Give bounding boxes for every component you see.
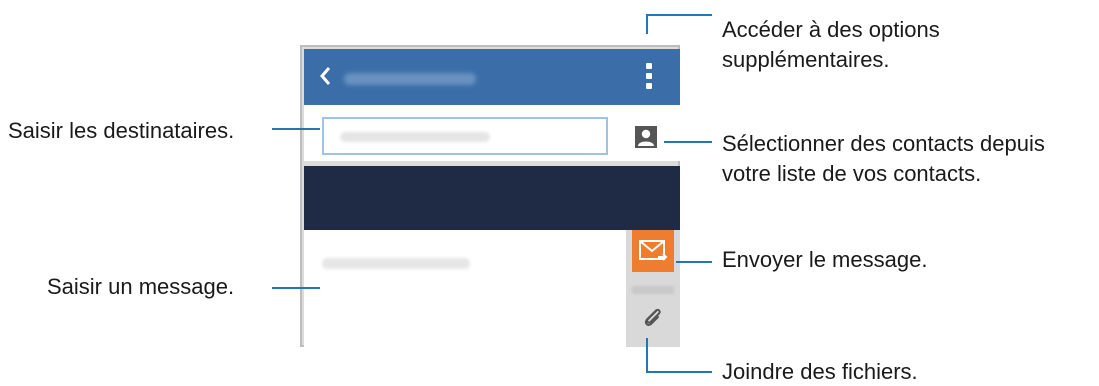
- send-button[interactable]: [632, 230, 674, 272]
- label-contacts-2: votre liste de vos contacts.: [722, 161, 982, 186]
- callout-line-contacts: [664, 141, 712, 143]
- send-icon: [639, 240, 668, 261]
- back-icon[interactable]: [318, 65, 332, 87]
- conversation-area: [304, 166, 680, 230]
- recipient-placeholder: [340, 132, 490, 142]
- callout-line-attach-h: [646, 371, 712, 373]
- message-placeholder: [322, 258, 470, 269]
- label-attach: Joindre des fichiers.: [722, 359, 918, 384]
- recipient-row: [304, 105, 680, 161]
- recipient-input[interactable]: [322, 117, 608, 155]
- callout-line-recipients: [272, 128, 320, 130]
- label-contacts-1: Sélectionner des contacts depuis: [722, 131, 1045, 156]
- attach-icon[interactable]: [640, 304, 666, 330]
- app-title: [344, 73, 476, 85]
- callout-line-more-options-h: [646, 14, 712, 16]
- label-send: Envoyer le message.: [722, 247, 928, 272]
- label-message: Saisir un message.: [47, 274, 235, 299]
- contact-icon[interactable]: [634, 125, 658, 149]
- send-counter: [632, 286, 674, 294]
- label-more-options-1: Accéder à des options: [722, 17, 940, 42]
- callout-line-message: [272, 287, 320, 289]
- app-bar: [304, 49, 680, 105]
- more-options-icon[interactable]: [643, 59, 655, 97]
- phone-screen: [300, 45, 680, 347]
- compose-side-panel: [626, 230, 680, 347]
- message-input[interactable]: [304, 230, 626, 347]
- label-more-options-2: supplémentaires.: [722, 47, 890, 72]
- callout-line-attach-v: [646, 338, 648, 372]
- callout-line-send: [676, 261, 712, 263]
- callout-line-more-options-v: [646, 14, 648, 34]
- compose-area: [304, 230, 680, 347]
- label-recipients: Saisir les destinataires.: [8, 118, 235, 143]
